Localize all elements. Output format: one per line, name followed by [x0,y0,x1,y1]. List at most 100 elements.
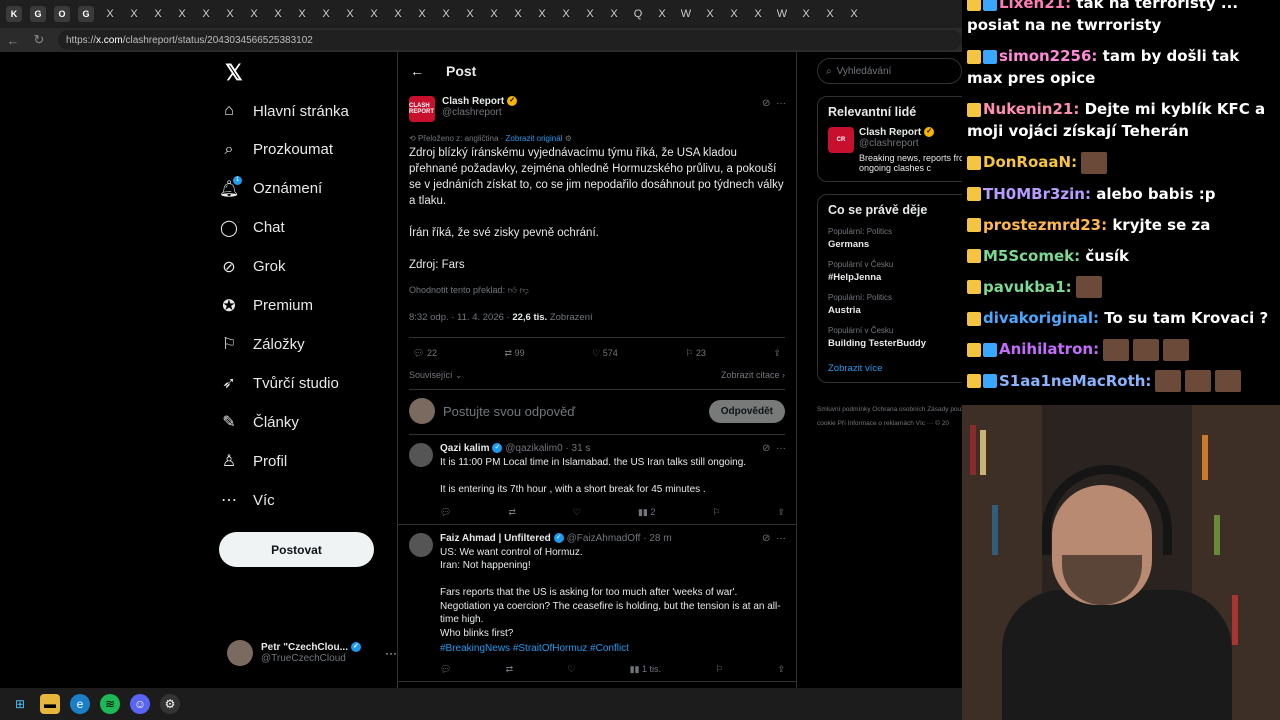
heart-icon[interactable]: ♡ [573,507,581,518]
reply-author[interactable]: Faiz Ahmad | Unfiltered [440,533,551,544]
bookmark-icon[interactable]: ⚐ [715,664,723,675]
browser-tab[interactable]: X [414,6,430,22]
windows-icon[interactable]: ⊞ [10,694,30,714]
relevant-handle[interactable]: @clashreport [859,138,962,149]
share-icon[interactable]: ⇪ [773,348,781,368]
nav-item-rocket[interactable]: ➶ Tvůrčí studio [219,369,339,397]
author-handle[interactable]: @clashreport [442,107,517,118]
back-arrow-icon[interactable]: ← [0,33,26,48]
browser-tab[interactable]: X [702,6,718,22]
nav-item-profile[interactable]: ♙ Profil [219,447,287,475]
browser-tab[interactable]: X [318,6,334,22]
reply-hashtags[interactable]: #BreakingNews #StraitOfHormuz #Conflict [440,642,785,656]
chat-username[interactable]: TH0MBr3zin: [983,185,1091,203]
browser-tab[interactable]: X [126,6,142,22]
author-avatar[interactable]: CLASH REPORT [409,96,435,122]
nav-item-article[interactable]: ✎ Články [219,408,299,436]
more-dots-icon[interactable]: ··· [385,646,397,660]
browser-tab[interactable]: O [54,6,70,22]
x-logo-icon[interactable]: 𝕏 [225,60,243,86]
edge-icon[interactable]: e [70,694,90,714]
browser-tab[interactable]: X [822,6,838,22]
grok-icon[interactable]: ⊘ [762,443,770,454]
browser-tab[interactable]: X [222,6,238,22]
nav-item-chat[interactable]: ◯ Chat [219,214,285,242]
related-toggle[interactable]: Související ⌄ [409,370,463,381]
trend-item[interactable]: Populární: Politics Austria [828,293,962,316]
chat-username[interactable]: Anihilatron: [999,340,1099,358]
search-input[interactable]: ⌕ Vyhledávání [817,58,962,84]
spotify-icon[interactable]: ≋ [100,694,120,714]
browser-tab[interactable]: X [486,6,502,22]
url-field[interactable]: https://x.com/clashreport/status/2043034… [58,30,962,50]
chat-username[interactable]: divakoriginal: [983,309,1099,327]
grok-icon[interactable]: ⊘ [762,533,770,544]
post-menu[interactable]: ⊘ ··· [762,98,786,109]
reply-post[interactable]: Faiz Ahmad | Unfiltered ✓ @FaizAhmadOff ·… [398,525,796,682]
thumbs-down-icon[interactable]: 👎︎ [520,285,529,295]
gear-icon[interactable]: ⚙ [565,134,572,143]
browser-tab[interactable]: X [582,6,598,22]
relevant-avatar[interactable]: CR [828,127,854,153]
refresh-icon[interactable]: ↻ [26,32,52,48]
author-name[interactable]: Clash Report [442,96,504,107]
browser-tab[interactable]: X [270,6,286,22]
browser-tab[interactable]: G [30,6,46,22]
nav-item-search[interactable]: ⌕ Prozkoumat [219,136,334,164]
discord-icon[interactable]: ☺ [130,694,150,714]
avatar[interactable] [409,443,433,467]
chat-username[interactable]: simon2256: [999,47,1097,65]
reply-post[interactable]: Qazi kalim ✓ @qazikalim0 · 31 s It is 11:0… [398,435,796,525]
avatar[interactable] [409,532,433,557]
browser-tab[interactable]: X [198,6,214,22]
nav-item-bell[interactable]: 🔔︎ 1 Oznámení [219,175,322,203]
share-icon[interactable]: ⇪ [777,664,785,675]
browser-tab[interactable]: Q [630,6,646,22]
browser-tab[interactable]: X [558,6,574,22]
chat-username[interactable]: DonRoaaN: [983,153,1077,171]
chat-username[interactable]: Nukenin21: [983,100,1079,118]
browser-tab[interactable]: X [798,6,814,22]
reply-handle[interactable]: @FaizAhmadOff · 28 m [567,533,672,544]
browser-tab[interactable]: X [174,6,190,22]
bookmark-icon[interactable]: ⚐ [712,507,720,518]
account-switcher[interactable]: Petr "CzechClou... ✓ @TrueCzechCloud ··· [227,640,397,666]
browser-tab[interactable]: X [294,6,310,22]
views-action[interactable]: ▮▮ 2 [638,507,655,518]
more-dots-icon[interactable]: ··· [776,443,786,454]
reply-menu[interactable]: ⊘ ··· [762,533,786,544]
show-original-link[interactable]: Zobrazit originál [506,134,563,143]
more-dots-icon[interactable]: ··· [776,98,786,109]
steam-icon[interactable]: ⚙ [160,694,180,714]
browser-tab[interactable]: X [342,6,358,22]
reply-icon[interactable]: 💬︎ [440,664,451,675]
browser-tab[interactable]: W [678,6,694,22]
browser-tab[interactable]: W [774,6,790,22]
trend-item[interactable]: Populární: Politics Germans [828,227,962,250]
browser-tab[interactable]: X [102,6,118,22]
nav-item-more[interactable]: ⋯ Víc [219,486,275,514]
browser-tab[interactable]: X [462,6,478,22]
nav-item-bookmark[interactable]: ⚐ Záložky [219,330,305,358]
trend-item[interactable]: Populární v Česku #HelpJenna [828,260,962,283]
browser-tab[interactable]: X [390,6,406,22]
bookmark-action[interactable]: ⚐ 23 [685,348,706,368]
reply-action[interactable]: 💬︎ 22 [413,348,437,368]
repost-action[interactable]: ⇄ 99 [505,348,525,368]
chat-username[interactable]: pavukba1: [983,278,1072,296]
browser-tab[interactable]: X [246,6,262,22]
browser-tab[interactable]: X [606,6,622,22]
post-time[interactable]: 8:32 odp. · 11. 4. 2026 · [409,312,512,323]
repost-icon[interactable]: ⇄ [506,664,514,675]
post-button[interactable]: Postovat [219,532,374,567]
browser-tab[interactable]: X [510,6,526,22]
browser-tab[interactable]: X [438,6,454,22]
browser-tab[interactable]: X [366,6,382,22]
reply-icon[interactable]: 💬︎ [440,507,451,518]
browser-tab[interactable]: X [846,6,862,22]
nav-item-grok[interactable]: ⊘ Grok [219,253,285,281]
browser-tab[interactable]: X [654,6,670,22]
share-icon[interactable]: ⇪ [777,507,785,518]
back-arrow-icon[interactable]: ← [410,63,424,79]
browser-tab[interactable]: X [534,6,550,22]
